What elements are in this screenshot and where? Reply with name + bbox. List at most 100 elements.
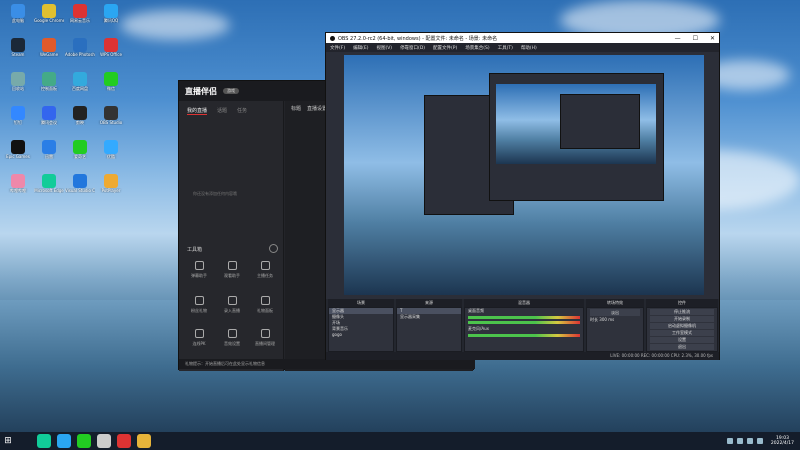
toolbox-title: 工具箱 bbox=[187, 247, 203, 253]
control-button[interactable]: 停止推流 bbox=[650, 309, 714, 315]
obs-statusbar: LIVE: 00:00:00 REC: 00:00:00 CPU: 2.3%, … bbox=[326, 352, 719, 360]
volume-meter[interactable] bbox=[468, 321, 580, 324]
tool-room-manage[interactable]: 直播间管理 bbox=[250, 329, 280, 357]
duration-label: 时长 300 ms bbox=[590, 317, 615, 322]
obs-logo-icon bbox=[330, 35, 335, 41]
menu-item[interactable]: 文件(F) bbox=[330, 45, 345, 51]
source-item[interactable]: 显示器采集 bbox=[397, 314, 461, 320]
maximize-button[interactable]: ☐ bbox=[693, 35, 698, 42]
right-tab-title[interactable]: 标题 bbox=[291, 105, 301, 112]
scene-item[interactable]: gogo bbox=[329, 332, 393, 338]
obs-window[interactable]: OBS 27.2.0-rc2 (64-bit, windows) - 配置文件:… bbox=[325, 32, 720, 360]
desktop-icon-label: Adobe Photoshop bbox=[65, 52, 95, 57]
desktop-icon[interactable]: Steam bbox=[3, 38, 33, 70]
desktop-icon[interactable]: WeGame bbox=[34, 38, 64, 70]
scenes-list[interactable]: 显示器 摄像头 开场 背景音乐 gogo bbox=[328, 307, 394, 352]
desktop-icon[interactable]: 回收站 bbox=[3, 72, 33, 104]
taskbar-obs-icon[interactable] bbox=[97, 434, 111, 448]
volume-meter[interactable] bbox=[468, 334, 580, 337]
control-button[interactable]: 启动虚拟摄像机 bbox=[650, 323, 714, 329]
desktop-icon[interactable]: Adobe Photoshop bbox=[65, 38, 95, 70]
desktop-icon[interactable]: Epic Games bbox=[3, 140, 33, 172]
app-icon bbox=[11, 174, 25, 188]
control-button[interactable]: 设置 bbox=[650, 337, 714, 343]
desktop-icon-label: 爱奇艺 bbox=[74, 154, 86, 159]
desktop-icon[interactable]: Visual Studio Code bbox=[65, 174, 95, 206]
tray-icon[interactable] bbox=[736, 438, 743, 444]
tray-icon[interactable] bbox=[726, 438, 733, 444]
duration-value[interactable]: 300 ms bbox=[599, 317, 614, 322]
desktop-icon-label: 回收站 bbox=[12, 86, 24, 91]
desktop-icon[interactable]: 优酷 bbox=[96, 140, 126, 172]
sources-header: 来源 bbox=[396, 299, 462, 307]
tool-task[interactable]: 主播任务 bbox=[250, 261, 280, 289]
control-button[interactable]: 退出 bbox=[650, 344, 714, 350]
desktop-icon[interactable]: 网易云音乐 bbox=[65, 4, 95, 36]
obs-preview[interactable] bbox=[344, 55, 704, 295]
clock[interactable]: 19:03 2022/4/17 bbox=[771, 436, 794, 446]
taskbar-explorer-icon[interactable] bbox=[137, 434, 151, 448]
menu-item[interactable]: 工具(T) bbox=[498, 45, 513, 51]
desktop-icon[interactable]: PotPlayer bbox=[96, 174, 126, 206]
sources-list[interactable]: T 显示器采集 bbox=[396, 307, 462, 352]
desktop-icon-label: 此电脑 bbox=[12, 18, 24, 23]
tool-icon bbox=[194, 329, 204, 338]
obs-docks: 场景 显示器 摄像头 开场 背景音乐 gogo 来源 T 显示器采集 混音器 桌面音频 麦… bbox=[326, 299, 719, 360]
desktop-icon[interactable]: 百度网盘 bbox=[65, 72, 95, 104]
tool-viewer[interactable]: 观看助手 bbox=[217, 261, 247, 289]
volume-meter[interactable] bbox=[468, 316, 580, 319]
desktop-icon[interactable]: Microsoft Edge bbox=[34, 174, 64, 206]
menu-item[interactable]: 场景集合(S) bbox=[465, 45, 489, 51]
taskbar-zhibo-icon[interactable] bbox=[117, 434, 131, 448]
tool-gift[interactable]: 粉丝礼物 bbox=[184, 296, 214, 324]
tool-gift-panel[interactable]: 礼物面板 bbox=[250, 296, 280, 324]
desktop-icon-label: 网易云音乐 bbox=[70, 18, 90, 23]
toolbox-settings-icon[interactable] bbox=[269, 244, 278, 253]
tab-topic[interactable]: 话题 bbox=[217, 107, 227, 115]
tool-danmaku[interactable]: 弹幕助手 bbox=[184, 261, 214, 289]
volume-icon[interactable] bbox=[756, 438, 763, 444]
start-button[interactable]: ⊞ bbox=[0, 432, 16, 450]
taskbar-qq-icon[interactable] bbox=[57, 434, 71, 448]
desktop-icon-label: 优酷 bbox=[107, 154, 115, 159]
desktop-icon[interactable]: 爱奇艺 bbox=[65, 140, 95, 172]
menu-item[interactable]: 配置文件(P) bbox=[433, 45, 457, 51]
close-button[interactable]: ✕ bbox=[710, 35, 715, 42]
obs-titlebar[interactable]: OBS 27.2.0-rc2 (64-bit, windows) - 配置文件:… bbox=[326, 33, 719, 43]
app-icon bbox=[104, 38, 118, 52]
desktop-icon[interactable]: 腾讯QQ bbox=[96, 4, 126, 36]
desktop-icon[interactable]: WPS Office bbox=[96, 38, 126, 70]
transition-select[interactable]: 淡出 bbox=[590, 309, 640, 316]
menu-item[interactable]: 帮助(H) bbox=[521, 45, 537, 51]
tool-record[interactable]: 录入直播 bbox=[217, 296, 247, 324]
taskbar-wechat-icon[interactable] bbox=[77, 434, 91, 448]
desktop-icon[interactable]: 控制面板 bbox=[34, 72, 64, 104]
network-icon[interactable] bbox=[746, 438, 753, 444]
desktop-icon[interactable]: 腾讯会议 bbox=[34, 106, 64, 138]
menu-item[interactable]: 编辑(E) bbox=[353, 45, 368, 51]
desktop-icon[interactable]: 微信 bbox=[96, 72, 126, 104]
menu-item[interactable]: 视图(V) bbox=[376, 45, 392, 51]
desktop-icon[interactable]: 哔哩哔哩 bbox=[3, 174, 33, 206]
taskbar-edge-icon[interactable] bbox=[37, 434, 51, 448]
desktop-icon[interactable]: 钉钉 bbox=[3, 106, 33, 138]
audio-mixer[interactable]: 桌面音频 麦克风/Aux bbox=[464, 307, 584, 352]
app-icon bbox=[73, 72, 87, 86]
menu-item[interactable]: 停靠窗口(D) bbox=[400, 45, 425, 51]
minimize-button[interactable]: — bbox=[675, 35, 681, 42]
control-button[interactable]: 工作室模式 bbox=[650, 330, 714, 336]
desktop-icon[interactable]: OBS Studio bbox=[96, 106, 126, 138]
desktop-icon[interactable]: Google Chrome bbox=[34, 4, 64, 36]
app-icon bbox=[42, 106, 56, 120]
desktop-icon[interactable]: 此电脑 bbox=[3, 4, 33, 36]
zhibo-category-badge[interactable]: 游戏 bbox=[223, 88, 239, 94]
desktop-icon[interactable]: 剪映 bbox=[65, 106, 95, 138]
app-icon bbox=[73, 4, 87, 18]
tool-sound[interactable]: 音效设置 bbox=[217, 329, 247, 357]
tab-task[interactable]: 任务 bbox=[237, 107, 247, 115]
tool-pk[interactable]: 连线PK bbox=[184, 329, 214, 357]
tab-my-live[interactable]: 我的直播 bbox=[187, 107, 208, 115]
desktop-icon-label: 钉钉 bbox=[14, 120, 22, 125]
control-button[interactable]: 开始录制 bbox=[650, 316, 714, 322]
desktop-icon[interactable]: 迅雷 bbox=[34, 140, 64, 172]
